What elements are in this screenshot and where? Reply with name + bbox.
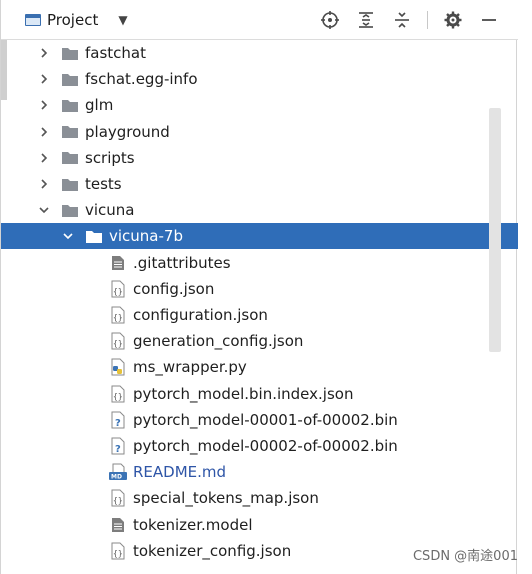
tree-file-row[interactable]: {} generation_config.json <box>1 328 518 354</box>
tree-folder-row[interactable]: vicuna-7b <box>1 223 518 250</box>
tree-file-row[interactable]: {} pytorch_model.bin.index.json <box>1 381 518 407</box>
chevron-right-icon[interactable] <box>37 178 51 190</box>
tree-file-row[interactable]: .gitattributes <box>1 250 518 276</box>
tree-folder-row[interactable]: playground <box>1 119 518 145</box>
tree-file-row[interactable]: {} configuration.json <box>1 302 518 328</box>
tree-item-label: special_tokens_map.json <box>133 489 319 508</box>
unknown-file-icon: ? <box>109 437 127 455</box>
watermark: CSDN @南途001 <box>412 549 518 564</box>
tree-file-row[interactable]: {} special_tokens_map.json <box>1 485 518 511</box>
tree-item-label: pytorch_model-00002-of-00002.bin <box>133 437 398 455</box>
tree-item-label: ms_wrapper.py <box>133 358 247 377</box>
tree-file-row[interactable]: ? pytorch_model-00002-of-00002.bin <box>1 433 518 459</box>
chevron-right-icon[interactable] <box>37 152 51 164</box>
svg-text:{}: {} <box>113 496 123 505</box>
tree-item-label: glm <box>85 96 114 115</box>
json-file-icon: {} <box>109 385 127 403</box>
json-file-icon: {} <box>109 280 127 298</box>
tree-item-label: README.md <box>133 463 227 482</box>
chevron-right-icon[interactable] <box>37 73 51 85</box>
collapse-all-icon[interactable] <box>391 9 413 31</box>
tree-item-label: tokenizer_config.json <box>133 541 292 560</box>
json-file-icon: {} <box>109 542 127 560</box>
tree-item-label: vicuna <box>85 201 135 220</box>
svg-text:{}: {} <box>113 549 123 558</box>
json-file-icon: {} <box>109 489 127 507</box>
tree-item-label: fastchat <box>85 44 146 62</box>
text-file-icon <box>109 516 127 534</box>
tree-file-row[interactable]: tokenizer.model <box>1 512 518 538</box>
folder-icon <box>61 175 79 193</box>
tree-file-row[interactable]: ms_wrapper.py <box>1 354 518 380</box>
minimize-icon[interactable] <box>478 9 500 31</box>
tree-item-label: tokenizer.model <box>133 515 253 534</box>
tree-item-label: fschat.egg-info <box>85 70 198 89</box>
tree-item-label: config.json <box>133 279 215 298</box>
project-title: Project <box>47 11 99 29</box>
folder-icon <box>61 123 79 141</box>
project-icon <box>25 14 41 26</box>
chevron-right-icon[interactable] <box>37 47 51 59</box>
svg-text:?: ? <box>115 444 121 455</box>
toolbar-separator <box>427 11 428 29</box>
tree-folder-row[interactable]: glm <box>1 92 518 118</box>
chevron-right-icon[interactable] <box>37 99 51 111</box>
crosshair-icon[interactable] <box>319 9 341 31</box>
folder-icon <box>85 227 103 245</box>
chevron-right-icon[interactable] <box>37 126 51 138</box>
gear-icon[interactable] <box>442 9 464 31</box>
project-panel: Project ▼ fastchat fschat.egg-info glm pla <box>0 0 518 574</box>
python-file-icon <box>109 358 127 376</box>
markdown-file-icon: MD <box>109 463 127 481</box>
tree-item-label: generation_config.json <box>133 332 304 351</box>
tree-folder-row[interactable]: fschat.egg-info <box>1 66 518 92</box>
chevron-down-icon[interactable] <box>37 204 51 216</box>
tree-file-row[interactable]: MD README.md <box>1 459 518 485</box>
tree-folder-row[interactable]: tests <box>1 171 518 197</box>
tree-item-label: pytorch_model-00001-of-00002.bin <box>133 410 398 429</box>
json-file-icon: {} <box>109 306 127 324</box>
text-file-icon <box>109 254 127 272</box>
svg-text:MD: MD <box>111 474 122 481</box>
unknown-file-icon: ? <box>109 411 127 429</box>
tree-item-label: .gitattributes <box>133 253 231 272</box>
folder-icon <box>61 149 79 167</box>
chevron-down-icon[interactable]: ▼ <box>118 13 127 27</box>
project-view-selector[interactable]: Project ▼ <box>25 8 128 32</box>
folder-icon <box>61 96 79 114</box>
svg-text:?: ? <box>115 418 121 429</box>
folder-icon <box>61 70 79 88</box>
svg-text:{}: {} <box>113 313 123 322</box>
tree-item-label: tests <box>85 175 122 193</box>
tree-folder-row[interactable]: vicuna <box>1 197 518 223</box>
folder-icon <box>61 201 79 219</box>
tree-file-row[interactable]: {} config.json <box>1 276 518 302</box>
svg-text:{}: {} <box>113 339 123 348</box>
tree-item-label: vicuna-7b <box>109 227 183 246</box>
tree-item-label: configuration.json <box>133 306 268 324</box>
chevron-down-icon[interactable] <box>61 230 75 242</box>
tree-item-label: scripts <box>85 148 135 167</box>
project-toolbar: Project ▼ <box>1 0 518 40</box>
vertical-scrollbar[interactable] <box>489 108 501 352</box>
svg-text:{}: {} <box>113 392 123 401</box>
tree-folder-row[interactable]: fastchat <box>1 40 518 66</box>
folder-icon <box>61 44 79 62</box>
svg-text:{}: {} <box>113 287 123 296</box>
tree-item-label: pytorch_model.bin.index.json <box>133 384 354 403</box>
tree-file-row[interactable]: ? pytorch_model-00001-of-00002.bin <box>1 407 518 433</box>
tree-item-label: playground <box>85 122 170 141</box>
json-file-icon: {} <box>109 332 127 350</box>
expand-all-icon[interactable] <box>355 9 377 31</box>
tree-folder-row[interactable]: scripts <box>1 145 518 171</box>
